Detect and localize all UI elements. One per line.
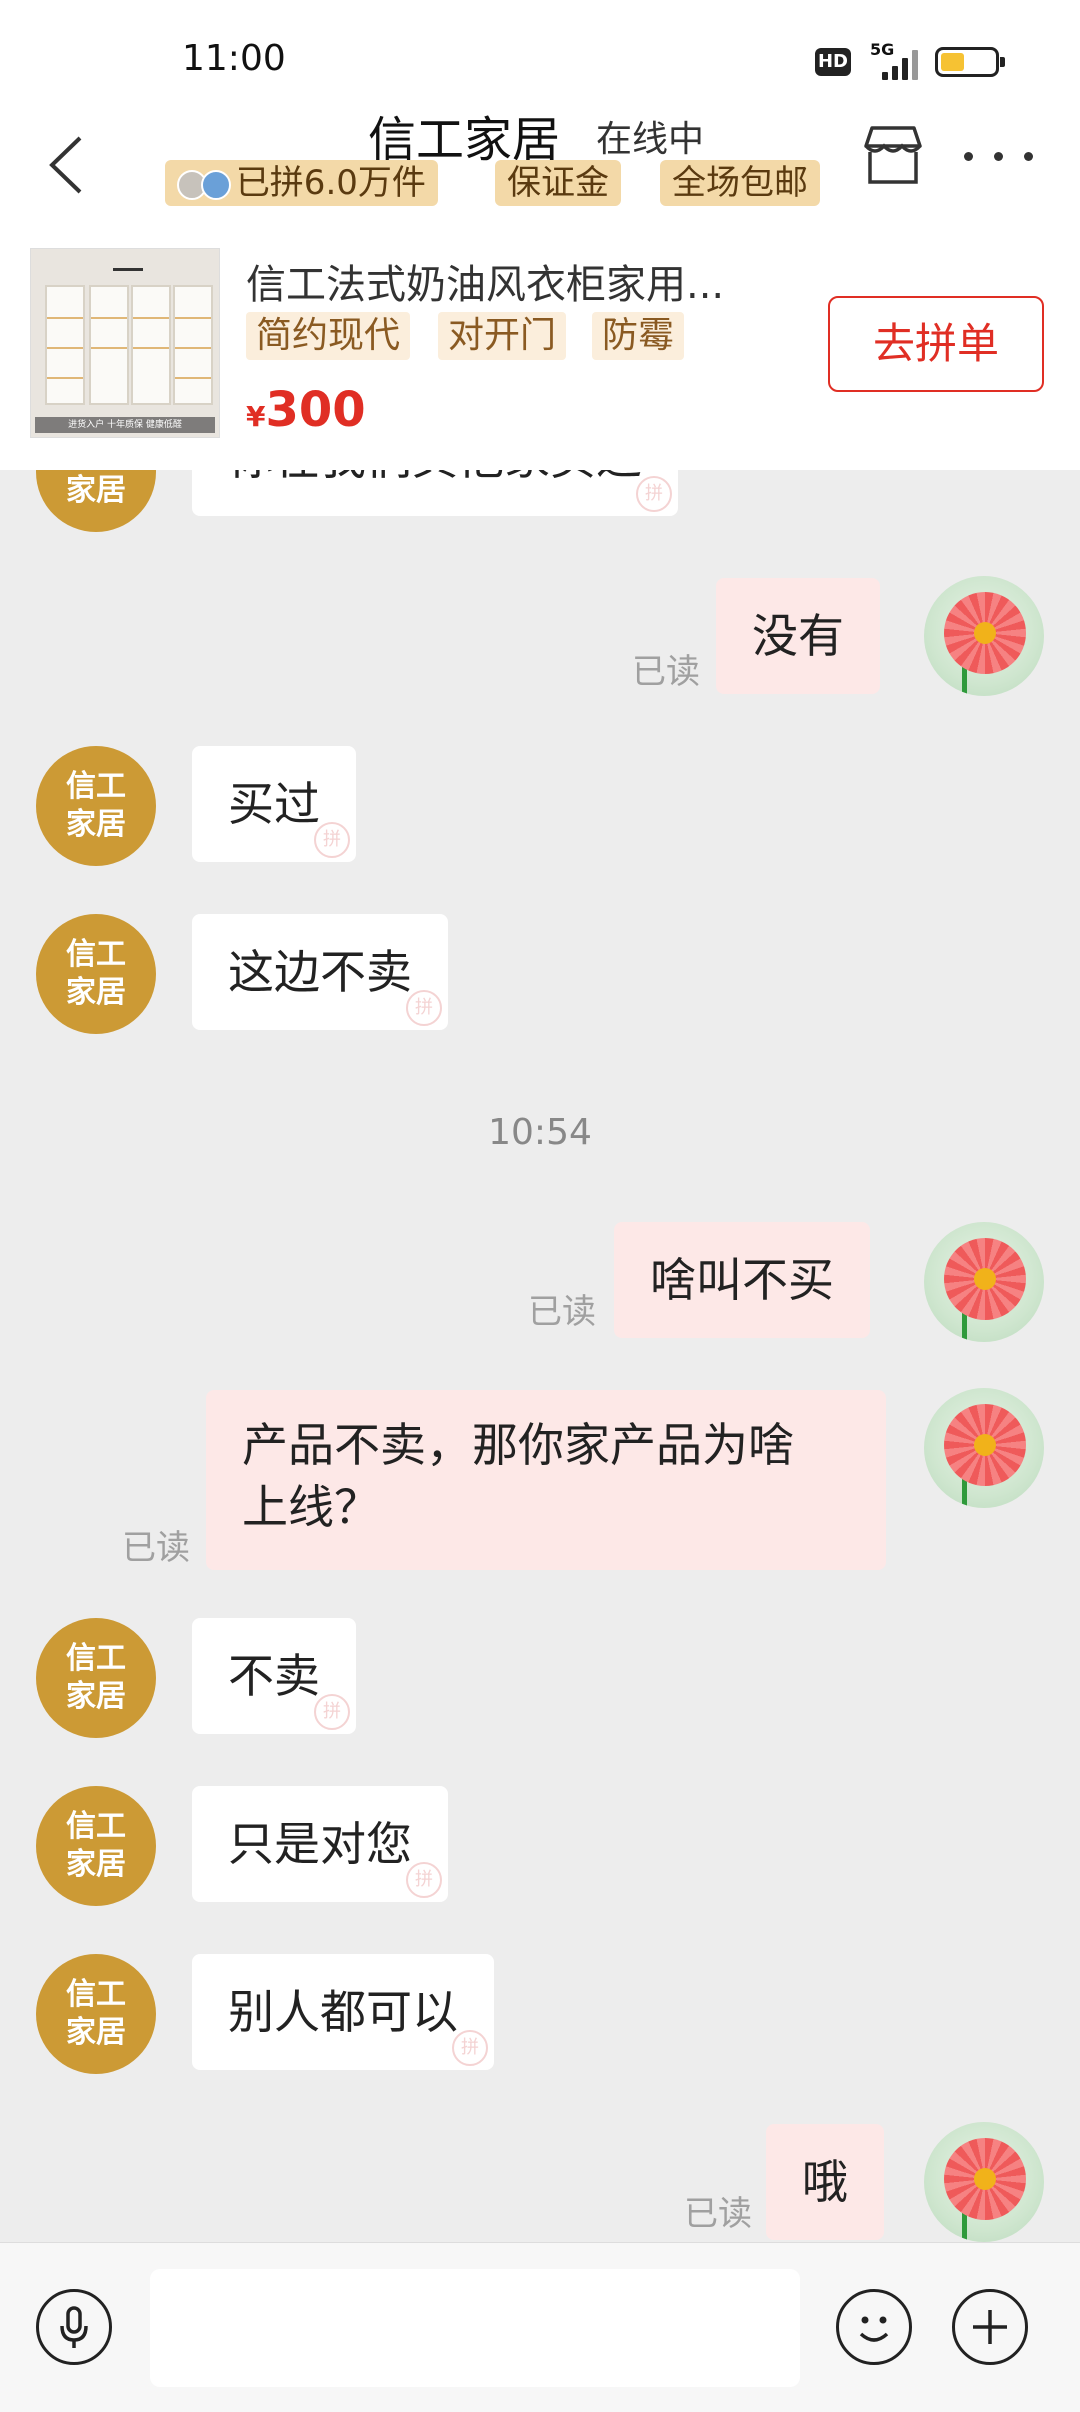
status-bar: 11:00 HD 5G [0,0,1080,90]
image-caption: 进货入户 十年质保 健康低醛 [35,417,215,433]
emoji-icon[interactable] [836,2289,912,2365]
read-receipt: 已读 [122,1528,190,1568]
message-bubble[interactable]: 产品不卖，那你家产品为啥 上线？ [206,1390,886,1570]
message-timestamp: 10:54 [488,1112,592,1153]
user-avatar[interactable] [924,2122,1044,2242]
product-name[interactable]: 信工法式奶油风衣柜家用... [246,252,786,310]
free-shipping-badge: 全场包邮 [660,160,820,206]
shop-avatar[interactable]: 信工家居 [36,1786,156,1906]
watermark-icon: 拼 [314,1694,350,1730]
product-tag: 防霉 [592,312,685,360]
back-arrow-icon[interactable] [38,120,98,210]
product-card[interactable]: 进货入户 十年质保 健康低醛 信工法式奶油风衣柜家用... 简约现代 对开门 防… [0,240,1080,470]
message-bubble[interactable]: 买过拼 [192,746,356,862]
shop-avatar[interactable]: 信工家居 [36,914,156,1034]
sold-count-badge: 已拼6.0万件 [165,160,438,206]
read-receipt: 已读 [528,1292,596,1332]
message-bubble[interactable]: 不卖拼 [192,1618,356,1734]
network-type: 5G [870,40,895,59]
plus-icon[interactable] [952,2289,1028,2365]
message-bubble[interactable]: 别人都可以拼 [192,1954,494,2070]
message-bubble[interactable]: 这边不卖拼 [192,914,448,1030]
online-status: 在线中 [596,119,705,160]
watermark-icon: 拼 [406,990,442,1026]
price-currency: ¥ [246,400,266,433]
battery-icon [935,47,1005,77]
shop-avatar[interactable]: 信工家居 [36,746,156,866]
microphone-icon[interactable] [36,2289,112,2365]
deposit-badge: 保证金 [495,160,621,206]
message-bubble[interactable]: 哦 [766,2124,884,2240]
product-price: ¥300 [246,382,366,438]
input-bar [0,2242,1080,2412]
watermark-icon: 拼 [406,1862,442,1898]
message-bubble[interactable]: 你在我们其他家买过拼 [192,470,678,516]
watermark-icon: 拼 [636,476,672,512]
chat-header: 信工家居 在线中 已拼6.0万件 保证金 全场包邮 [0,90,1080,240]
shop-avatar[interactable]: 信工家居 [36,1954,156,2074]
watermark-icon: 拼 [452,2030,488,2066]
message-list[interactable]: 信工家居 你在我们其他家买过拼 已读 没有 信工家居 买过拼 信工家居 这边不卖… [0,470,1080,2242]
store-icon[interactable] [858,120,928,190]
buyer-avatar-icon [201,169,231,200]
read-receipt: 已读 [632,652,700,692]
message-bubble[interactable]: 没有 [716,578,880,694]
more-icon[interactable] [960,140,1040,170]
user-avatar[interactable] [924,1388,1044,1508]
product-image[interactable]: 进货入户 十年质保 健康低醛 [30,248,220,438]
product-tag: 对开门 [438,312,567,360]
message-bubble[interactable]: 啥叫不买 [614,1222,870,1338]
group-buy-button[interactable]: 去拼单 [828,296,1044,392]
shop-avatar[interactable]: 信工家居 [36,470,156,532]
shop-avatar[interactable]: 信工家居 [36,1618,156,1738]
status-time: 11:00 [182,38,286,79]
price-value: 300 [265,382,366,438]
watermark-icon: 拼 [314,822,350,858]
message-bubble[interactable]: 只是对您拼 [192,1786,448,1902]
user-avatar[interactable] [924,576,1044,696]
hd-icon: HD [815,48,851,76]
product-tag: 简约现代 [246,312,411,360]
signal-icon: 5G [870,40,922,80]
user-avatar[interactable] [924,1222,1044,1342]
message-input[interactable] [150,2269,800,2387]
read-receipt: 已读 [684,2194,752,2234]
